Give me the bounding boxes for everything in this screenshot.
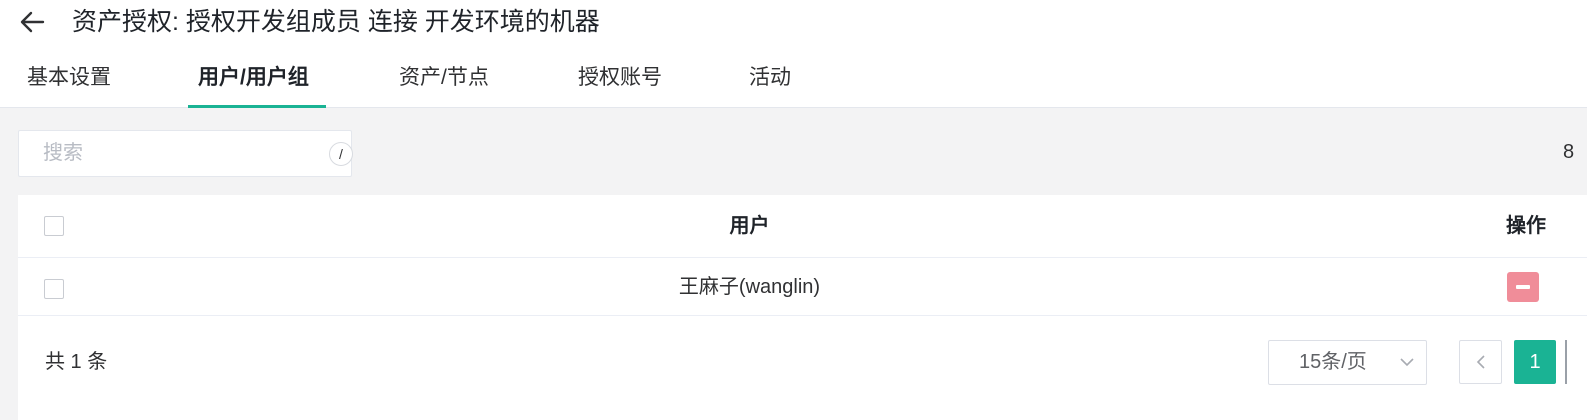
tab-bar: 基本设置 用户/用户组 资产/节点 授权账号 活动: [0, 56, 1587, 108]
minus-icon: [1516, 285, 1530, 289]
prev-page-button[interactable]: [1459, 340, 1502, 384]
search-shortcut-badge: /: [329, 142, 353, 166]
page-size-value: 15条/页: [1299, 351, 1367, 373]
table-row: 王麻子(wanglin): [18, 258, 1587, 316]
search-input[interactable]: [19, 131, 309, 176]
toolbar-edge-text: 8: [1563, 141, 1575, 163]
tab-users-groups[interactable]: 用户/用户组: [198, 56, 309, 108]
tab-activity[interactable]: 活动: [749, 56, 791, 108]
total-count: 共 1 条: [45, 351, 108, 373]
active-tab-indicator: [188, 105, 326, 108]
user-cell: 王麻子(wanglin): [678, 276, 821, 298]
table-header: 用户 操作: [18, 195, 1587, 258]
tab-assets-nodes[interactable]: 资产/节点: [399, 56, 489, 108]
user-table: 用户 操作 王麻子(wanglin) 共 1 条 15条/页 1: [18, 195, 1587, 420]
next-page-button-edge[interactable]: [1565, 340, 1587, 384]
search-box: /: [18, 130, 353, 177]
remove-user-button[interactable]: [1507, 272, 1539, 302]
page-title: 资产授权: 授权开发组成员 连接 开发环境的机器: [72, 8, 600, 36]
arrow-left-icon[interactable]: [18, 8, 46, 36]
tab-authorized-accounts[interactable]: 授权账号: [578, 56, 662, 108]
page-size-select[interactable]: 15条/页: [1268, 340, 1427, 385]
column-header-user: 用户: [729, 215, 770, 237]
page-header: 资产授权: 授权开发组成员 连接 开发环境的机器 基本设置 用户/用户组 资产/…: [0, 0, 1587, 108]
tab-basic-settings[interactable]: 基本设置: [27, 56, 111, 108]
chevron-left-icon: [1476, 355, 1485, 369]
page-number-current[interactable]: 1: [1514, 340, 1556, 384]
chevron-down-icon: [1400, 358, 1414, 367]
column-header-action: 操作: [1506, 215, 1546, 237]
